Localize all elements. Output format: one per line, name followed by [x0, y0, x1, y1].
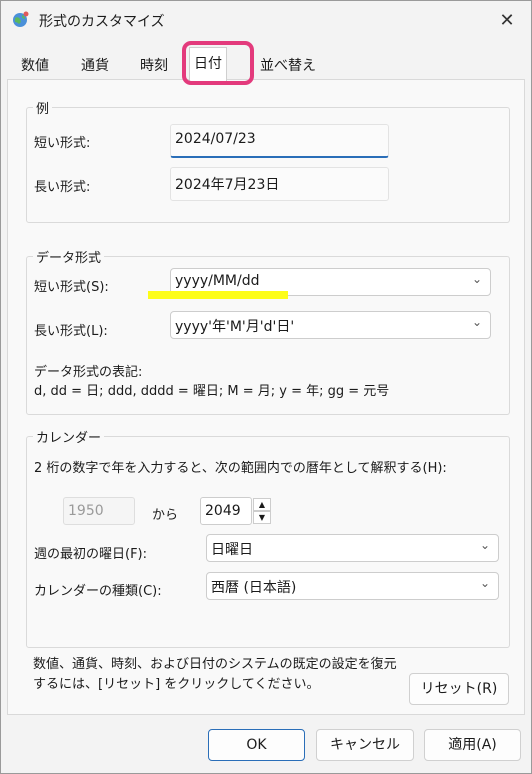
- tab-number[interactable]: 数値: [17, 53, 53, 79]
- cancel-button[interactable]: キャンセル: [316, 729, 414, 761]
- example-short-label: 短い形式:: [34, 136, 91, 151]
- long-format-value: yyyy'年'M'月'd'日': [175, 319, 295, 335]
- data-format-group-title: データ形式: [33, 247, 105, 266]
- long-format-label: 長い形式(L):: [34, 324, 108, 339]
- caret-up-icon: ▲: [258, 500, 266, 509]
- first-day-value: 日曜日: [211, 542, 253, 558]
- window-title: 形式のカスタマイズ: [39, 14, 165, 30]
- example-group-title: 例: [33, 98, 53, 117]
- globe-icon: [13, 11, 29, 27]
- reset-button[interactable]: リセット(R): [409, 673, 509, 705]
- calendar-type-label: カレンダーの種類(C):: [34, 584, 162, 599]
- notation-title: データ形式の表記:: [34, 365, 143, 380]
- example-long-label: 長い形式:: [34, 180, 91, 195]
- example-long-text: 2024年7月23日: [175, 177, 280, 193]
- example-short-text: 2024/07/23: [175, 131, 256, 147]
- reset-info: 数値、通貨、時刻、および日付のシステムの既定の設定を復元 するには、[リセット]…: [33, 655, 403, 695]
- example-short-value: 2024/07/23: [170, 124, 389, 158]
- short-format-label: 短い形式(S):: [34, 280, 109, 295]
- first-day-select[interactable]: 日曜日 ⌄: [206, 534, 499, 562]
- example-long-value: 2024年7月23日: [170, 167, 389, 201]
- yellow-highlight-mark: [148, 291, 288, 299]
- year-up-button[interactable]: ▲: [253, 498, 271, 511]
- notation-text: d, dd = 日; ddd, dddd = 曜日; M = 月; y = 年;…: [34, 384, 390, 399]
- tab-panel: 例 短い形式: 2024/07/23 長い形式: 2024年7月23日 データ形…: [7, 79, 525, 715]
- ok-button[interactable]: OK: [208, 729, 305, 761]
- calendar-group-title: カレンダー: [33, 427, 105, 446]
- two-digit-year-text: 2 桁の数字で年を入力すると、次の範囲内での暦年として解釈する(H):: [34, 461, 447, 476]
- calendar-type-value: 西暦 (日本語): [211, 580, 297, 596]
- to-year-input[interactable]: 2049: [200, 497, 252, 525]
- chevron-down-icon: ⌄: [479, 576, 490, 590]
- to-year-value: 2049: [205, 503, 241, 519]
- reset-info-line1: 数値、通貨、時刻、および日付のシステムの既定の設定を復元: [33, 657, 397, 672]
- tab-sort[interactable]: 並べ替え: [256, 53, 320, 79]
- tab-highlight-box: [182, 41, 254, 85]
- title-bar: 形式のカスタマイズ ✕: [1, 1, 531, 41]
- caret-down-icon: ▼: [258, 513, 266, 522]
- tab-time[interactable]: 時刻: [136, 53, 172, 79]
- chevron-down-icon: ⌄: [471, 315, 482, 329]
- from-label: から: [152, 508, 179, 523]
- short-format-value: yyyy/MM/dd: [175, 273, 260, 289]
- close-button[interactable]: ✕: [495, 9, 519, 33]
- close-icon: ✕: [499, 10, 515, 31]
- customize-format-dialog: 形式のカスタマイズ ✕ 数値 通貨 時刻 並べ替え 例 短い形式: 2024/0…: [0, 0, 532, 774]
- apply-button[interactable]: 適用(A): [424, 729, 521, 761]
- long-format-select[interactable]: yyyy'年'M'月'd'日' ⌄: [170, 311, 491, 339]
- from-year-field: 1950: [63, 497, 135, 525]
- chevron-down-icon: ⌄: [471, 272, 482, 286]
- chevron-down-icon: ⌄: [479, 538, 490, 552]
- calendar-type-select[interactable]: 西暦 (日本語) ⌄: [206, 572, 499, 600]
- first-day-label: 週の最初の曜日(F):: [34, 547, 148, 562]
- reset-info-line2: するには、[リセット] をクリックしてください。: [33, 677, 320, 692]
- from-year-value: 1950: [68, 503, 104, 519]
- tab-currency[interactable]: 通貨: [77, 53, 113, 79]
- year-down-button[interactable]: ▼: [253, 511, 271, 524]
